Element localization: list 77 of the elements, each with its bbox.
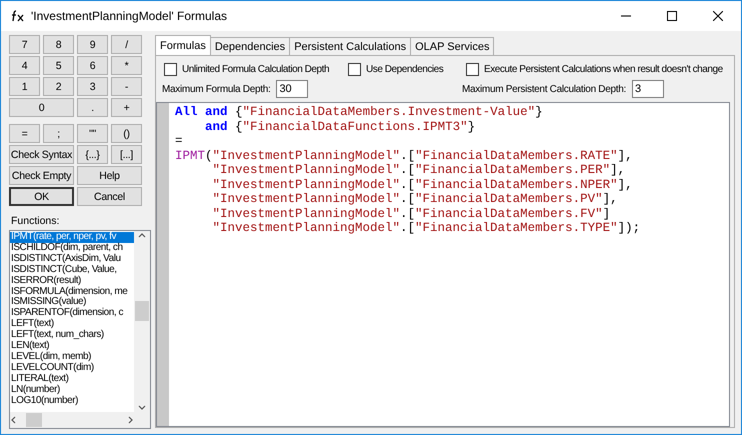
keypad-button[interactable]: 2 [43, 77, 74, 96]
function-item[interactable]: LEN(text) [10, 341, 134, 352]
keypad-button[interactable]: OK [9, 187, 74, 206]
keypad-button[interactable]: . [77, 98, 108, 117]
functions-label: Functions: [11, 215, 60, 227]
keypad-button[interactable]: 7 [9, 35, 40, 54]
keypad-button[interactable]: () [111, 124, 142, 143]
function-item[interactable]: ISPARENTOF(dimension, c [10, 308, 134, 320]
keypad-button[interactable]: + [111, 98, 142, 117]
keypad-button[interactable]: {...} [77, 145, 108, 164]
keypad-button[interactable]: = [9, 124, 40, 143]
checkbox[interactable] [466, 62, 479, 76]
tab[interactable]: OLAP Services [410, 37, 494, 55]
close-icon [713, 11, 723, 21]
vertical-scrollbar[interactable] [134, 231, 150, 412]
horizontal-scrollbar[interactable] [10, 412, 134, 428]
keypad-button[interactable]: / [111, 35, 142, 54]
code-line: "InvestmentPlanningModel".["FinancialDataMembers.TYPE"]); [212, 221, 640, 236]
maximize-icon [667, 11, 677, 21]
function-item[interactable]: LN(number) [10, 384, 134, 396]
keypad-button[interactable]: Check Syntax [9, 145, 74, 164]
keypad-button[interactable]: 8 [43, 35, 74, 54]
keypad-button[interactable]: Help [77, 166, 142, 185]
code-line: and {"FinancialDataFunctions.IPMT3"} [204, 120, 476, 134]
depth-input[interactable]: 3 [632, 80, 664, 98]
keypad-button[interactable]: * [111, 56, 142, 75]
keypad-button[interactable]: 5 [43, 56, 74, 75]
scroll-up-icon[interactable] [138, 231, 146, 239]
scrollbar-thumb[interactable] [26, 413, 42, 427]
code-line: = [175, 134, 184, 148]
keypad-button[interactable]: 4 [9, 56, 40, 75]
code-line: "InvestmentPlanningModel".["FinancialDataMembers.PER"], [212, 163, 626, 178]
function-item[interactable]: ISERROR(result) [10, 276, 134, 287]
code-line: "InvestmentPlanningModel".["FinancialDataMembers.FV"] [212, 206, 612, 221]
depth-label: Maximum Formula Depth: [162, 84, 270, 94]
keypad-button[interactable]: ; [43, 124, 74, 143]
scrollbar-thumb[interactable] [135, 301, 149, 321]
checkbox-label: Use Dependencies [366, 64, 444, 74]
keypad-button[interactable]: 0 [9, 98, 74, 117]
function-item[interactable]: ISFORMULA(dimension, me [10, 286, 134, 298]
keypad-button[interactable]: 9 [77, 35, 108, 54]
function-item[interactable]: LOG10(number) [10, 396, 134, 406]
scroll-down-icon[interactable] [138, 404, 146, 412]
keypad-button[interactable]: Check Empty [9, 166, 74, 185]
function-item[interactable]: LEFT(text) [10, 319, 134, 330]
code-line: All and {"FinancialDataMembers.Investment-Value"} [175, 105, 544, 120]
function-item[interactable]: IPMT(rate, per, nper, pv, fv [10, 232, 134, 243]
checkbox-label: Unlimited Formula Calculation Depth [182, 64, 330, 74]
window-title: 'InvestmentPlanningModel' Formulas [31, 9, 228, 23]
keypad-button[interactable]: 1 [9, 77, 40, 96]
function-item[interactable]: ISMISSING(value) [10, 297, 134, 308]
checkbox[interactable] [164, 62, 177, 76]
tab[interactable]: Formulas [155, 35, 211, 55]
function-item[interactable]: ISCHILDOF(dim, parent, ch [10, 242, 134, 254]
tab[interactable]: Dependencies [210, 37, 290, 55]
code-line: "InvestmentPlanningModel".["FinancialDataMembers.PV"], [212, 192, 619, 206]
scroll-left-icon[interactable] [10, 416, 18, 424]
depth-label: Maximum Persistent Calculation Depth: [462, 84, 626, 94]
function-icon [11, 10, 25, 22]
checkbox-label: Execute Persistent Calculations when result doesn't change [484, 64, 723, 74]
keypad-button[interactable]: 6 [77, 56, 108, 75]
function-item[interactable]: ISDISTINCT(AxisDim, Valu [10, 254, 134, 265]
keypad-button[interactable]: - [111, 77, 142, 96]
keypad-button[interactable]: 3 [77, 77, 108, 96]
function-item[interactable]: LEFT(text, num_chars) [10, 330, 134, 342]
function-item[interactable]: ISDISTINCT(Cube, Value, [10, 264, 134, 276]
code-line: IPMT("InvestmentPlanningModel".["FinancialDataMembers.RATE"], [175, 148, 634, 163]
depth-input[interactable]: 30 [276, 80, 308, 98]
checkbox[interactable] [348, 62, 361, 76]
function-item[interactable]: LEVELCOUNT(dim) [10, 362, 134, 374]
keypad-button[interactable]: Cancel [77, 187, 142, 206]
keypad-button[interactable]: "" [77, 124, 108, 143]
function-item[interactable]: LEVEL(dim, memb) [10, 352, 134, 363]
function-item[interactable]: LITERAL(text) [10, 374, 134, 385]
scroll-right-icon[interactable] [126, 416, 134, 424]
keypad-button[interactable]: [...] [111, 145, 142, 164]
code-line: "InvestmentPlanningModel".["FinancialDataMembers.NPER"], [212, 178, 634, 192]
